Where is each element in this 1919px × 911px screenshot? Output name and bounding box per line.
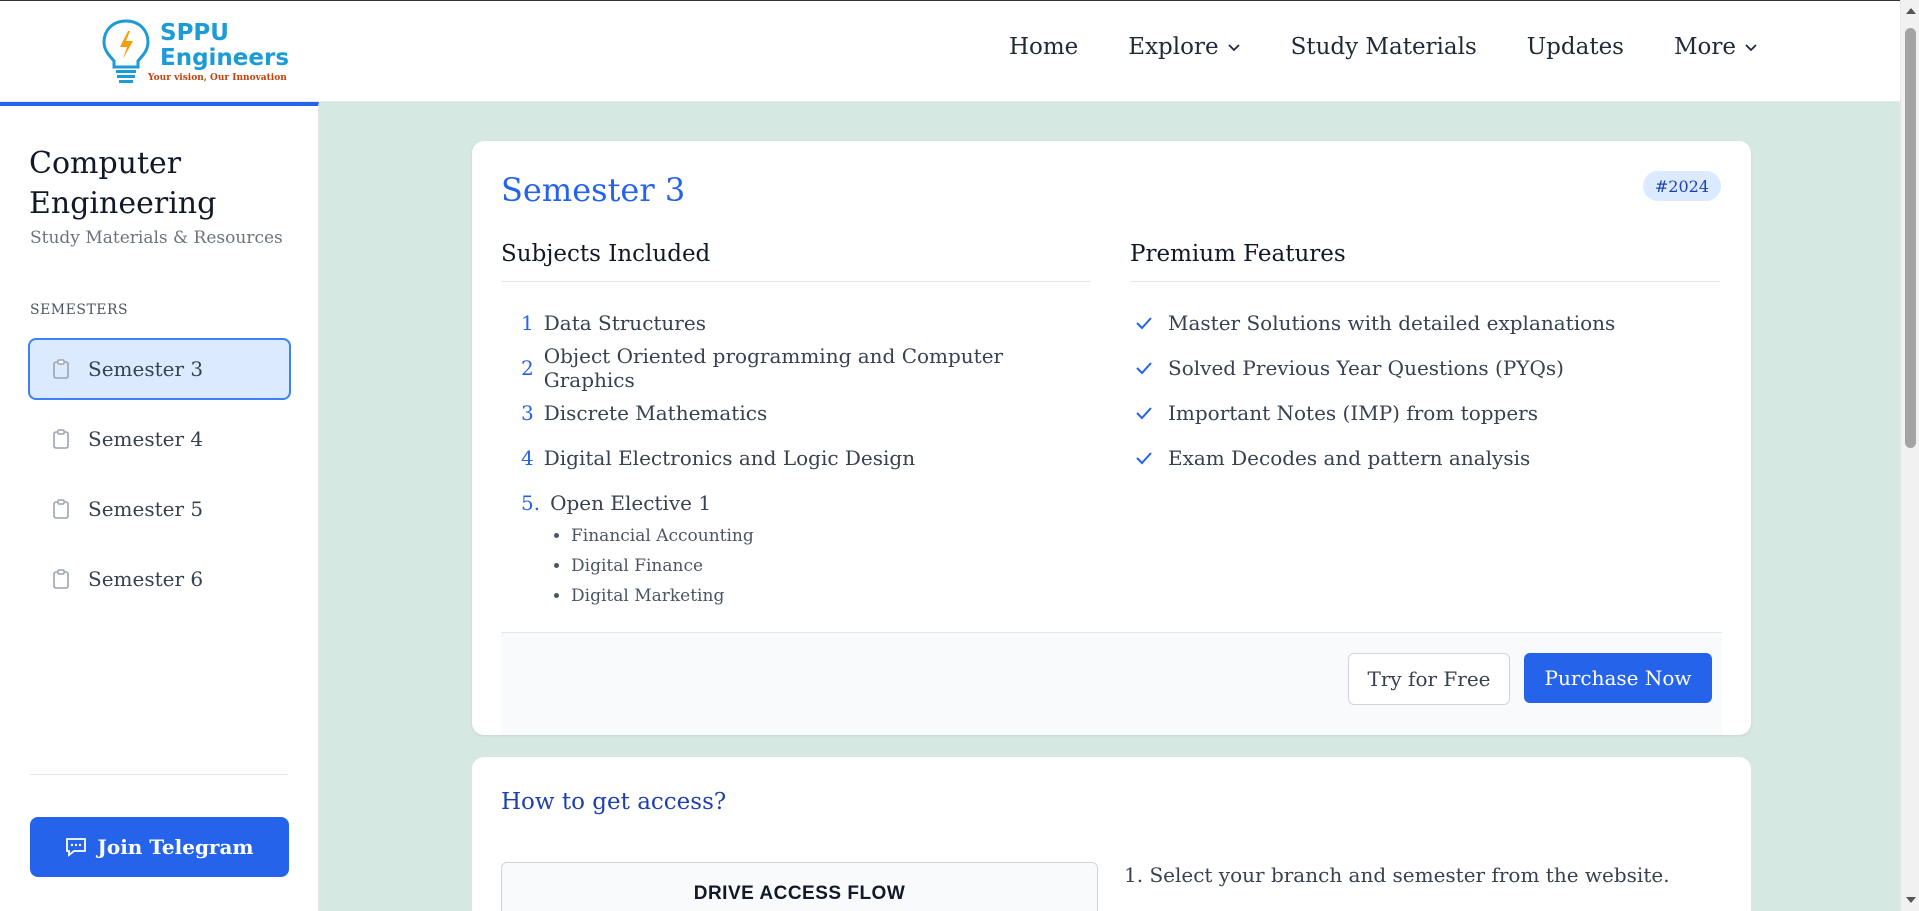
nav-updates[interactable]: Updates <box>1527 34 1624 60</box>
feature-text: Exam Decodes and pattern analysis <box>1168 445 1531 470</box>
nav-home-label: Home <box>1008 34 1079 60</box>
nav-more[interactable]: More <box>1674 34 1758 60</box>
sidebar-item-label: Semester 6 <box>88 567 204 591</box>
clipboard-icon <box>53 499 69 519</box>
feature-item: Solved Previous Year Questions (PYQs) <box>1130 345 1720 390</box>
clipboard-icon <box>53 359 69 379</box>
feature-text: Master Solutions with detailed explanati… <box>1168 310 1616 335</box>
access-step-1: 1. Select your branch and semester from … <box>1124 863 1670 887</box>
feature-item: Important Notes (IMP) from toppers <box>1130 390 1720 435</box>
sidebar-item-label: Semester 4 <box>88 427 204 451</box>
subject-number: 5. <box>521 490 541 515</box>
semester-card: Semester 3 #2024 Subjects Included 1 Data… <box>472 141 1751 735</box>
drive-access-flow-image: DRIVE ACCESS FLOW <box>501 862 1098 911</box>
nav-explore-label: Explore <box>1128 34 1219 60</box>
subject-name: Open Elective 1 <box>550 490 712 515</box>
subject-name: Discrete Mathematics <box>543 400 768 425</box>
chevron-down-icon <box>1227 44 1240 52</box>
subject-item: 4 Digital Electronics and Logic Design <box>501 435 1091 480</box>
sidebar-item-semester-6[interactable]: Semester 6 <box>28 548 291 610</box>
semester-list: Semester 3 Semester 4 Semester 5 Semeste… <box>28 338 291 618</box>
features-heading: Premium Features <box>1130 241 1720 282</box>
feature-list: Master Solutions with detailed explanati… <box>1130 300 1720 480</box>
lightbulb-icon <box>102 19 150 83</box>
check-icon <box>1136 451 1152 464</box>
elective-item: Financial Accounting <box>571 521 1091 551</box>
check-icon <box>1136 361 1152 374</box>
logo-title-line1: SPPU <box>160 20 229 46</box>
feature-text: Solved Previous Year Questions (PYQs) <box>1168 355 1564 380</box>
try-for-free-button[interactable]: Try for Free <box>1348 653 1510 705</box>
year-badge: #2024 <box>1642 171 1721 201</box>
feature-text: Important Notes (IMP) from toppers <box>1168 400 1539 425</box>
subject-item: 5. Open Elective 1 <box>501 480 1091 525</box>
elective-item: Digital Finance <box>571 551 1091 581</box>
main-nav: Home Explore Study Materials Updates Mor… <box>1009 34 1758 60</box>
clipboard-icon <box>53 429 69 449</box>
sidebar-section-label: SEMESTERS <box>30 302 129 318</box>
nav-updates-label: Updates <box>1526 34 1624 60</box>
nav-home[interactable]: Home <box>1009 34 1078 60</box>
logo-title-line2: Engineers <box>160 45 290 71</box>
site-header: SPPU Engineers Your vision, Our Innovati… <box>0 0 1900 102</box>
flow-title: DRIVE ACCESS FLOW <box>693 883 906 904</box>
nav-explore[interactable]: Explore <box>1128 34 1240 60</box>
chat-icon <box>66 838 87 857</box>
subject-number: 4 <box>521 445 534 470</box>
subject-item: 1 Data Structures <box>501 300 1091 345</box>
join-telegram-label: Join Telegram <box>97 835 254 859</box>
nav-more-label: More <box>1673 34 1736 60</box>
elective-item: Digital Marketing <box>571 581 1091 611</box>
sidebar-item-semester-5[interactable]: Semester 5 <box>28 478 291 540</box>
scroll-down-icon[interactable] <box>1906 897 1916 903</box>
features-column: Premium Features Master Solutions with d… <box>1130 241 1720 480</box>
page-scrollbar[interactable] <box>1900 0 1919 911</box>
sidebar-subtitle: Study Materials & Resources <box>30 228 283 248</box>
purchase-now-button[interactable]: Purchase Now <box>1524 653 1712 703</box>
scroll-up-icon[interactable] <box>1906 8 1916 14</box>
sidebar-divider <box>30 774 288 775</box>
clipboard-icon <box>53 569 69 589</box>
nav-study-materials-label: Study Materials <box>1290 34 1477 60</box>
subject-number: 3 <box>521 400 534 425</box>
elective-list: Financial Accounting Digital Finance Dig… <box>501 521 1091 611</box>
access-card: How to get access? DRIVE ACCESS FLOW 1. … <box>472 757 1751 911</box>
nav-study-materials[interactable]: Study Materials <box>1291 34 1477 60</box>
feature-item: Master Solutions with detailed explanati… <box>1130 300 1720 345</box>
check-icon <box>1136 316 1152 329</box>
sidebar-item-label: Semester 5 <box>88 497 204 521</box>
subject-item: 3 Discrete Mathematics <box>501 390 1091 435</box>
chevron-down-icon <box>1745 44 1757 52</box>
feature-item: Exam Decodes and pattern analysis <box>1130 435 1720 480</box>
subject-item: 2 Object Oriented programming and Compute… <box>501 343 1091 392</box>
logo-text: SPPU Engineers Your vision, Our Innovati… <box>148 20 290 84</box>
subject-list: 1 Data Structures 2 Object Oriented progra… <box>501 300 1091 611</box>
subject-number: 1 <box>521 310 534 335</box>
subjects-column: Subjects Included 1 Data Structures 2 Obje… <box>501 241 1091 611</box>
sidebar-item-semester-4[interactable]: Semester 4 <box>28 408 291 470</box>
logo-tagline: Your vision, Our Innovation <box>148 73 287 83</box>
sidebar-item-semester-3[interactable]: Semester 3 <box>28 338 291 400</box>
access-title: How to get access? <box>501 789 727 815</box>
join-telegram-button[interactable]: Join Telegram <box>30 817 289 877</box>
check-icon <box>1136 406 1152 419</box>
card-title: Semester 3 <box>501 171 686 209</box>
subject-name: Digital Electronics and Logic Design <box>543 445 916 470</box>
subject-name: Object Oriented programming and Computer… <box>543 343 1004 392</box>
sidebar-title: Computer Engineering <box>29 146 217 221</box>
sidebar-item-label: Semester 3 <box>88 357 204 381</box>
site-logo[interactable]: SPPU Engineers Your vision, Our Innovati… <box>98 17 290 87</box>
scroll-thumb[interactable] <box>1905 28 1916 448</box>
card-footer: Try for Free Purchase Now <box>501 632 1722 735</box>
sidebar: Computer Engineering Study Materials & R… <box>0 102 319 911</box>
subject-name: Data Structures <box>543 310 706 335</box>
subject-number: 2 <box>521 355 534 380</box>
subjects-heading: Subjects Included <box>501 241 1091 282</box>
